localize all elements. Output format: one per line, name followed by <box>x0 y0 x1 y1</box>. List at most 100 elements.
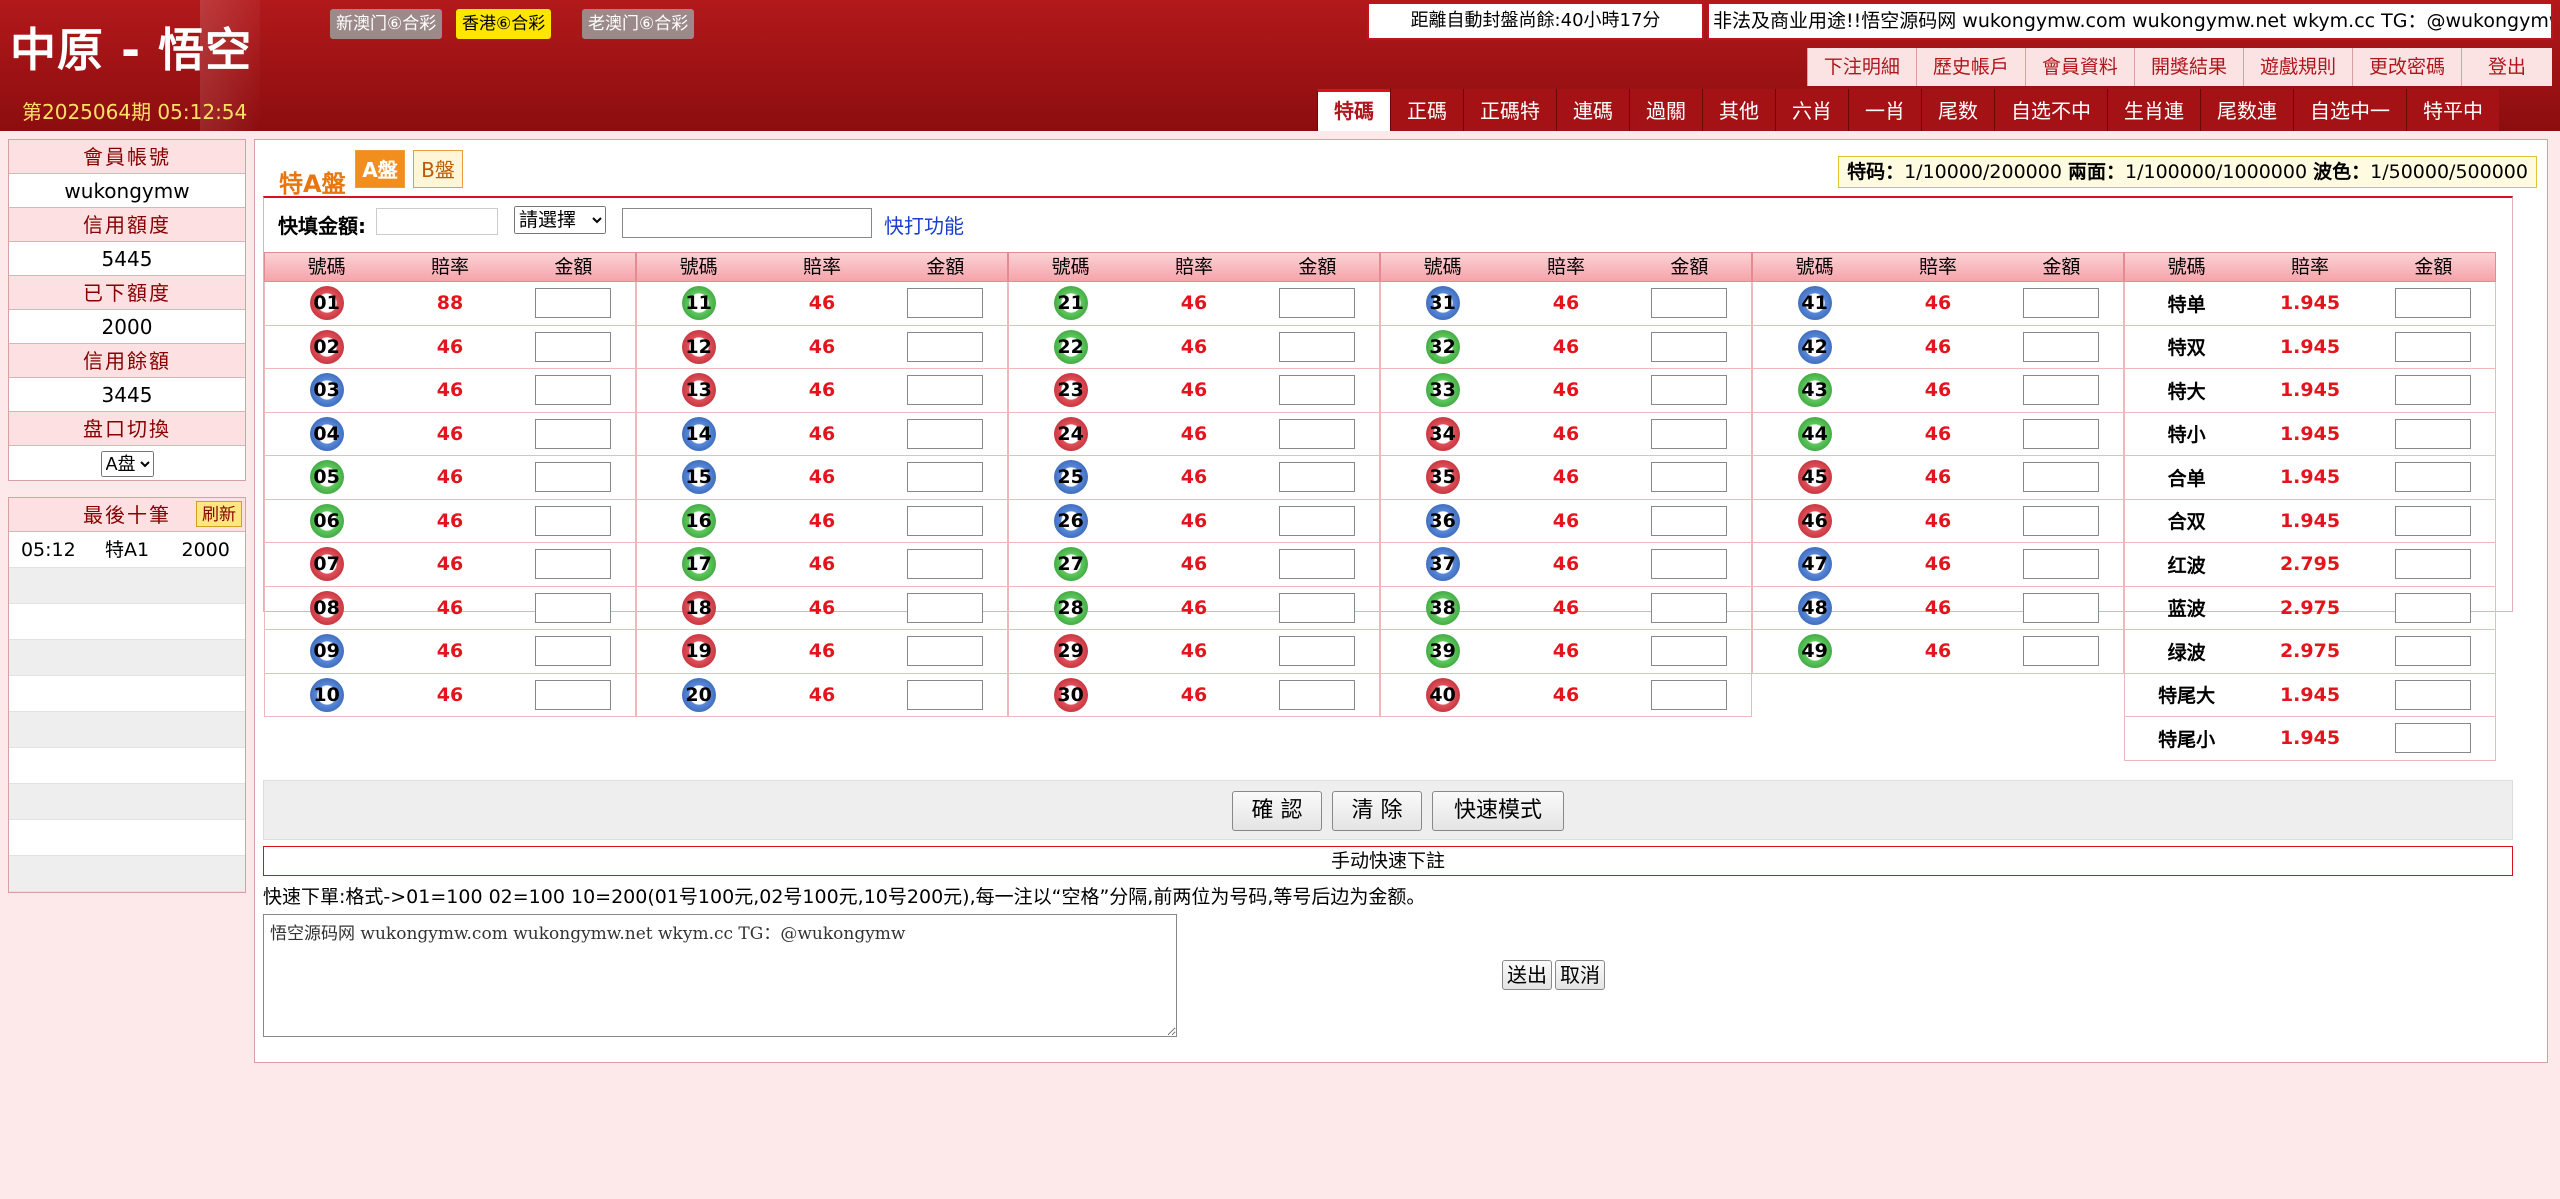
tab-0[interactable]: 特碼 <box>1317 89 1390 131</box>
clear-button[interactable]: 清 除 <box>1332 791 1422 831</box>
amount-input[interactable] <box>1279 288 1356 319</box>
tab-5[interactable]: 其他 <box>1702 89 1775 131</box>
amount-input[interactable] <box>1279 418 1356 449</box>
amount-input[interactable] <box>535 418 612 449</box>
refresh-button[interactable]: 刷新 <box>196 501 242 527</box>
lottery-tab-new-macau[interactable]: 新澳门⑥合彩 <box>330 9 443 39</box>
tab-3[interactable]: 連碼 <box>1556 89 1629 131</box>
amount-input[interactable] <box>1651 418 1728 449</box>
tab-10[interactable]: 生肖連 <box>2107 89 2200 131</box>
send-button[interactable]: 送出 <box>1502 960 1552 990</box>
amount-input[interactable] <box>1651 288 1728 319</box>
amount-input[interactable] <box>907 331 984 362</box>
link-history[interactable]: 歷史帳戶 <box>1915 48 2025 86</box>
amount-input[interactable] <box>535 331 612 362</box>
amount-input[interactable] <box>2395 592 2472 623</box>
amount-input[interactable] <box>1651 592 1728 623</box>
amount-input[interactable] <box>535 679 612 710</box>
amount-input[interactable] <box>1279 462 1356 493</box>
amount-input[interactable] <box>2395 723 2472 754</box>
amount-input[interactable] <box>535 375 612 406</box>
link-bet-details[interactable]: 下注明細 <box>1806 48 1916 86</box>
tab-7[interactable]: 一肖 <box>1848 89 1921 131</box>
lottery-tab-hongkong[interactable]: 香港⑥合彩 <box>456 9 552 39</box>
amount-input[interactable] <box>535 636 612 667</box>
pan-b-button[interactable]: B盤 <box>413 150 463 188</box>
amount-input[interactable] <box>535 549 612 580</box>
amount-input[interactable] <box>535 592 612 623</box>
quick-fill-select[interactable]: 請選擇 <box>514 206 606 234</box>
tab-1[interactable]: 正碼 <box>1390 89 1463 131</box>
amount-input[interactable] <box>1651 462 1728 493</box>
odds-value: 46 <box>1180 292 1208 315</box>
tab-2[interactable]: 正碼特 <box>1463 89 1556 131</box>
link-change-password[interactable]: 更改密碼 <box>2351 48 2461 86</box>
amount-input[interactable] <box>907 679 984 710</box>
amount-input[interactable] <box>907 375 984 406</box>
link-member-info[interactable]: 會員資料 <box>2024 48 2134 86</box>
amount-input[interactable] <box>1279 636 1356 667</box>
number-ball: 03 <box>309 373 344 408</box>
link-results[interactable]: 開獎結果 <box>2133 48 2243 86</box>
lottery-tab-old-macau[interactable]: 老澳门⑥合彩 <box>582 9 695 39</box>
amount-input[interactable] <box>1651 636 1728 667</box>
quick-fill-text-input[interactable] <box>622 208 872 238</box>
fast-mode-button[interactable]: 快速模式 <box>1432 791 1564 831</box>
amount-input[interactable] <box>907 636 984 667</box>
pan-switch-select[interactable]: A盘 <box>100 451 154 477</box>
tab-8[interactable]: 尾数 <box>1921 89 1994 131</box>
amount-input[interactable] <box>1279 679 1356 710</box>
amount-input[interactable] <box>1279 549 1356 580</box>
amount-input[interactable] <box>2395 679 2472 710</box>
amount-input[interactable] <box>535 462 612 493</box>
pan-a-button[interactable]: A盤 <box>355 150 405 188</box>
quick-type-link[interactable]: 快打功能 <box>884 210 964 239</box>
amount-input[interactable] <box>2023 375 2100 406</box>
tab-4[interactable]: 過關 <box>1629 89 1702 131</box>
amount-input[interactable] <box>535 505 612 536</box>
amount-input[interactable] <box>907 462 984 493</box>
tab-13[interactable]: 特平中 <box>2406 89 2499 131</box>
amount-input[interactable] <box>2023 331 2100 362</box>
amount-input[interactable] <box>907 592 984 623</box>
amount-input[interactable] <box>1651 679 1728 710</box>
amount-input[interactable] <box>2395 418 2472 449</box>
link-rules[interactable]: 遊戲規則 <box>2242 48 2352 86</box>
manual-quick-bet-input[interactable] <box>263 914 1177 1037</box>
amount-input[interactable] <box>2023 462 2100 493</box>
amount-input[interactable] <box>1279 592 1356 623</box>
amount-input[interactable] <box>2395 331 2472 362</box>
quick-fill-amount-input[interactable] <box>376 208 498 235</box>
amount-input[interactable] <box>2395 375 2472 406</box>
amount-input[interactable] <box>907 288 984 319</box>
amount-input[interactable] <box>535 288 612 319</box>
tab-12[interactable]: 自选中一 <box>2293 89 2406 131</box>
amount-input[interactable] <box>2395 549 2472 580</box>
amount-input[interactable] <box>1279 375 1356 406</box>
amount-input[interactable] <box>1651 375 1728 406</box>
amount-input[interactable] <box>2023 549 2100 580</box>
tab-6[interactable]: 六肖 <box>1775 89 1848 131</box>
amount-input[interactable] <box>907 549 984 580</box>
cancel-button[interactable]: 取消 <box>1555 960 1605 990</box>
link-logout[interactable]: 登出 <box>2460 48 2552 86</box>
amount-input[interactable] <box>1279 331 1356 362</box>
amount-input[interactable] <box>2023 288 2100 319</box>
amount-input[interactable] <box>2395 636 2472 667</box>
amount-input[interactable] <box>1279 505 1356 536</box>
amount-input[interactable] <box>2023 505 2100 536</box>
tab-11[interactable]: 尾数連 <box>2200 89 2293 131</box>
amount-input[interactable] <box>1651 331 1728 362</box>
amount-input[interactable] <box>2395 462 2472 493</box>
amount-input[interactable] <box>1651 549 1728 580</box>
amount-input[interactable] <box>1651 505 1728 536</box>
tab-9[interactable]: 自选不中 <box>1994 89 2107 131</box>
amount-input[interactable] <box>907 505 984 536</box>
amount-input[interactable] <box>2023 592 2100 623</box>
amount-input[interactable] <box>2395 288 2472 319</box>
amount-input[interactable] <box>907 418 984 449</box>
confirm-button[interactable]: 確 認 <box>1232 791 1322 831</box>
amount-input[interactable] <box>2395 505 2472 536</box>
amount-input[interactable] <box>2023 418 2100 449</box>
amount-input[interactable] <box>2023 636 2100 667</box>
